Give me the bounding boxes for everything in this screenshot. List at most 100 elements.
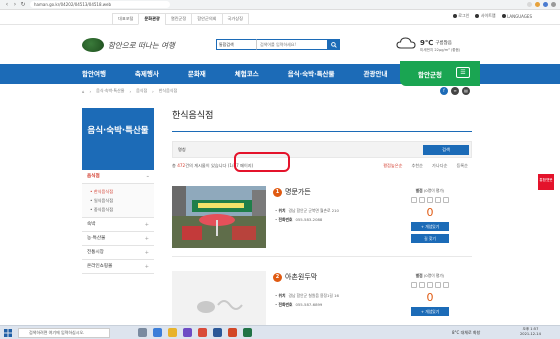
star-rating[interactable] <box>398 282 462 288</box>
nav-item[interactable]: 문화재 <box>188 64 206 84</box>
filter-label: 명칭 <box>178 147 186 152</box>
submenu-item-chinese[interactable]: • 중식음식점 <box>90 205 154 214</box>
sitemap-link[interactable]: 사이트맵 <box>475 13 496 19</box>
sidebar-item-label: 온라인쇼핑몰 <box>87 264 113 269</box>
restaurant-name[interactable]: 아촌원두막 <box>285 272 317 282</box>
sort-option-recommend[interactable]: 추천순 <box>411 163 423 169</box>
breadcrumb-item[interactable]: 음식·숙박·특산물 <box>96 88 124 94</box>
share-tools: f ∞ ▤ <box>437 87 470 95</box>
nav-item[interactable]: 축제행사 <box>135 64 159 84</box>
like-count: 0 <box>426 206 434 219</box>
submenu-item-japanese[interactable]: • 일식음식점 <box>90 196 154 205</box>
location-label: 위치 <box>278 208 286 213</box>
plus-icon: + <box>144 236 149 242</box>
rating-count: (0명이 평가) <box>423 188 445 193</box>
chatbot-widget[interactable]: 통합챗봇 <box>538 174 554 190</box>
taskbar-clock[interactable]: 오후 1:57 2021-12-14 <box>520 327 541 337</box>
search-button[interactable] <box>328 39 340 50</box>
site-logo[interactable]: 함안으로 떠나는 여행 <box>82 38 175 52</box>
like-button[interactable]: + 개념있기 <box>411 222 449 231</box>
breadcrumb-item[interactable]: 음식점 <box>136 88 147 94</box>
site-tab-active[interactable]: 문화관광 <box>138 13 166 25</box>
taskbar-apps <box>138 328 258 337</box>
restaurant-name[interactable]: 명문가든 <box>285 187 311 197</box>
profile-icon[interactable] <box>543 2 548 7</box>
word-icon[interactable] <box>213 328 222 337</box>
sidebar-item-restaurants[interactable]: 음식점 – <box>82 170 154 184</box>
star-icon[interactable] <box>427 282 433 288</box>
annotation-highlight <box>234 152 290 172</box>
star-icon[interactable] <box>435 197 441 203</box>
login-label: 로그인 <box>458 13 470 18</box>
star-icon[interactable] <box>419 282 425 288</box>
like-button[interactable]: + 개념있기 <box>411 307 449 316</box>
county-office-link[interactable]: 함안군청 <box>418 69 442 79</box>
print-icon[interactable]: ▤ <box>462 87 470 95</box>
search-input[interactable] <box>256 39 328 50</box>
rating-panel: 별점 (0명이 평가) 0 + 개념있기 길 찾기 <box>398 188 462 243</box>
task-view-icon[interactable] <box>138 328 147 337</box>
address-bar[interactable]: haman.go.kr/04202/04513/04518.web <box>30 1 170 8</box>
chrome-icon[interactable] <box>198 328 207 337</box>
taskbar-search[interactable]: 검색하려면 여기에 입력하십시오. <box>18 328 110 338</box>
link-icon[interactable]: ∞ <box>451 87 459 95</box>
star-icon[interactable] <box>411 197 417 203</box>
sidebar-item-online-mall[interactable]: 온라인쇼핑몰 + <box>82 260 154 274</box>
sort-option-date[interactable]: 등록순 <box>456 163 468 169</box>
menu-icon[interactable] <box>551 2 556 7</box>
store-icon[interactable] <box>183 328 192 337</box>
star-icon[interactable] <box>411 282 417 288</box>
star-icon[interactable] <box>443 197 449 203</box>
count-number: 472 <box>177 163 186 168</box>
reload-icon[interactable]: ↻ <box>20 1 26 8</box>
star-icon[interactable] <box>527 2 532 7</box>
facebook-share-icon[interactable]: f <box>440 87 448 95</box>
site-tab[interactable]: 함안군의회 <box>191 13 223 25</box>
home-icon[interactable]: ⌂ <box>82 89 85 94</box>
nav-item[interactable]: 관광안내 <box>364 64 388 84</box>
minus-icon: – <box>146 174 150 180</box>
site-tab[interactable]: 국가상징 <box>221 13 249 25</box>
search-icon <box>331 41 337 48</box>
forward-icon[interactable]: › <box>12 1 18 8</box>
all-menu-button[interactable]: ☰ <box>456 67 470 78</box>
nav-item-food[interactable]: 음식·숙박·특산물 <box>288 64 335 84</box>
star-icon[interactable] <box>443 282 449 288</box>
sidebar-item-lodging[interactable]: 숙박 + <box>82 218 154 232</box>
weather-tray[interactable]: 8°C 대체로 화창 <box>452 330 480 336</box>
sort-options: 평점높은순 추천순 가나다순 등록순 <box>374 163 468 169</box>
sort-option-alpha[interactable]: 가나다순 <box>432 163 447 169</box>
directions-button[interactable]: 길 찾기 <box>411 234 449 243</box>
star-icon[interactable] <box>435 282 441 288</box>
search-scope-select[interactable]: 통합검색 <box>216 39 256 50</box>
back-icon[interactable]: ‹ <box>4 1 10 8</box>
edge-icon[interactable] <box>153 328 162 337</box>
languages-link[interactable]: LANGUAGES <box>501 14 532 19</box>
sidebar-item-specialties[interactable]: 농·특산물 + <box>82 232 154 246</box>
star-rating[interactable] <box>398 197 462 203</box>
sidebar-item-markets[interactable]: 전통시장 + <box>82 246 154 260</box>
plus-icon: + <box>144 222 149 228</box>
star-icon[interactable] <box>427 197 433 203</box>
submenu-item-korean[interactable]: • 한식음식점 <box>90 187 154 196</box>
site-tabs: 대표포털 문화관광 열린군정 함안군의회 국가상징 <box>112 13 249 25</box>
windows-start-icon[interactable] <box>4 329 12 337</box>
nav-item[interactable]: 함안여행 <box>82 64 106 84</box>
nav-item[interactable]: 체험코스 <box>235 64 259 84</box>
site-tab[interactable]: 열린군정 <box>164 13 193 25</box>
sort-option-rating[interactable]: 평점높은순 <box>383 163 402 169</box>
excel-icon[interactable] <box>243 328 252 337</box>
file-explorer-icon[interactable] <box>168 328 177 337</box>
breadcrumb-item[interactable]: 한식음식점 <box>159 88 177 94</box>
restaurant-photo[interactable] <box>172 271 266 333</box>
location-value: 경남 함안군 군북면 월촌로 210 <box>288 208 339 213</box>
star-icon[interactable] <box>419 197 425 203</box>
powerpoint-icon[interactable] <box>228 328 237 337</box>
browser-toolbar: ‹ › ↻ haman.go.kr/04202/04513/04518.web <box>0 0 560 10</box>
divider <box>172 256 472 257</box>
login-link[interactable]: 로그인 <box>452 13 470 19</box>
filter-search-button[interactable]: 검색 <box>423 145 469 155</box>
restaurant-photo[interactable] <box>172 186 266 248</box>
site-tab[interactable]: 대표포털 <box>112 13 140 25</box>
extension-icon[interactable] <box>535 2 540 7</box>
